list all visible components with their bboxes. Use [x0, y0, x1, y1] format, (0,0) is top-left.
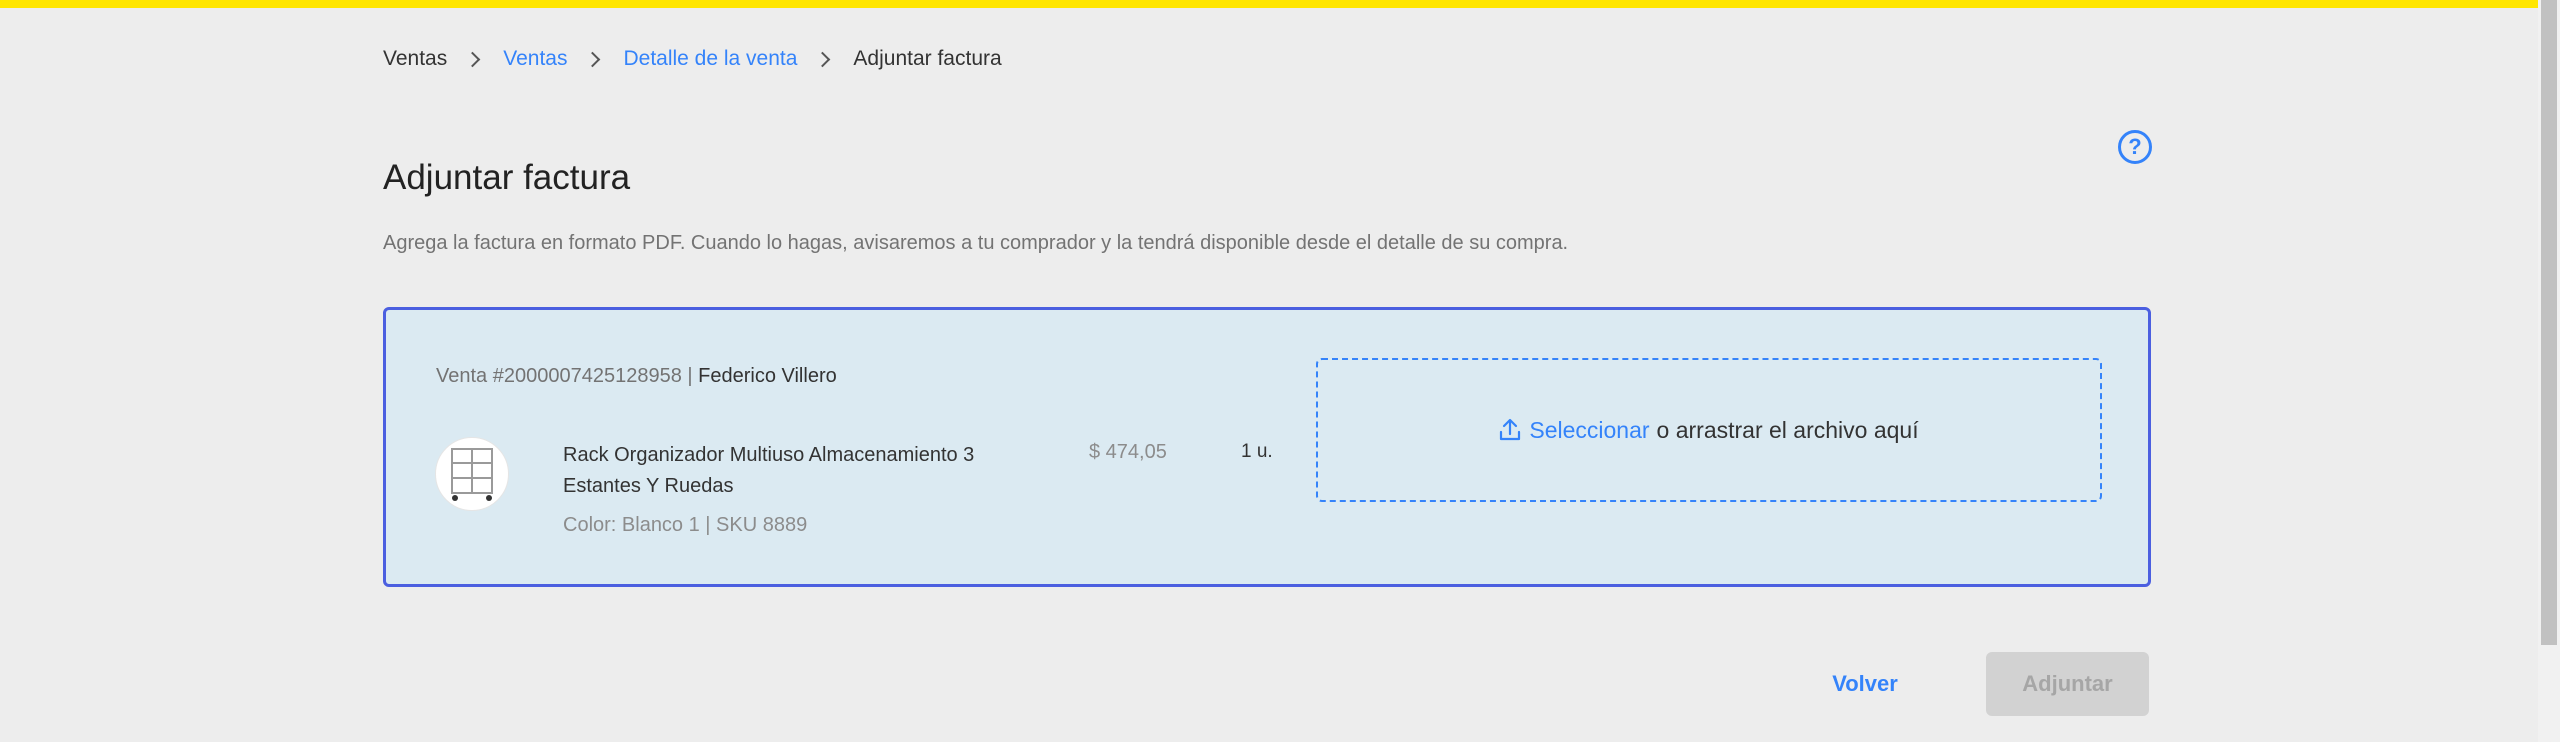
- scrollbar-track[interactable]: [2538, 0, 2560, 742]
- breadcrumb-current-page: Adjuntar factura: [853, 47, 1002, 70]
- help-circle-icon[interactable]: ?: [2118, 130, 2152, 164]
- page: Ventas Ventas Detalle de la venta Adjunt…: [0, 0, 2560, 742]
- sale-number: Venta #2000007425128958: [436, 365, 682, 387]
- file-dropzone[interactable]: Seleccionar o arrastrar el archivo aquí: [1316, 358, 2102, 502]
- page-title: Adjuntar factura: [383, 158, 631, 197]
- breadcrumb-link-sale-detail[interactable]: Detalle de la venta: [623, 47, 797, 71]
- page-description: Agrega la factura en formato PDF. Cuando…: [383, 232, 1569, 254]
- attach-button[interactable]: Adjuntar: [1986, 652, 2149, 716]
- chevron-right-icon: [815, 51, 831, 67]
- product-quantity: 1 u.: [1241, 441, 1273, 462]
- sale-header-separator: |: [687, 365, 693, 387]
- breadcrumb-item-ventas-root: Ventas: [383, 47, 448, 70]
- back-button[interactable]: Volver: [1826, 652, 1904, 716]
- product-price: $ 474,05: [1089, 441, 1167, 463]
- top-accent-bar: [0, 0, 2538, 8]
- drop-instructions: o arrastrar el archivo aquí: [1656, 416, 1919, 443]
- shelf-rack-icon: [451, 448, 493, 501]
- sale-header: Venta #2000007425128958 | Federico Ville…: [436, 365, 837, 388]
- scrollbar-thumb[interactable]: [2541, 0, 2557, 645]
- select-file-link[interactable]: Seleccionar: [1529, 417, 1649, 444]
- product-title: Rack Organizador Multiuso Almacenamiento…: [563, 444, 975, 497]
- chevron-right-icon: [464, 51, 481, 67]
- breadcrumb-link-ventas[interactable]: Ventas: [503, 47, 567, 71]
- sale-card: Venta #2000007425128958 | Federico Ville…: [383, 307, 2151, 587]
- product-thumbnail: [435, 437, 509, 511]
- buyer-name: Federico Villero: [698, 365, 837, 387]
- upload-icon: [1499, 418, 1521, 442]
- chevron-right-icon: [585, 51, 601, 67]
- breadcrumb: Ventas Ventas Detalle de la venta Adjunt…: [383, 46, 1002, 72]
- product-attributes: Color: Blanco 1 | SKU 8889: [563, 514, 808, 536]
